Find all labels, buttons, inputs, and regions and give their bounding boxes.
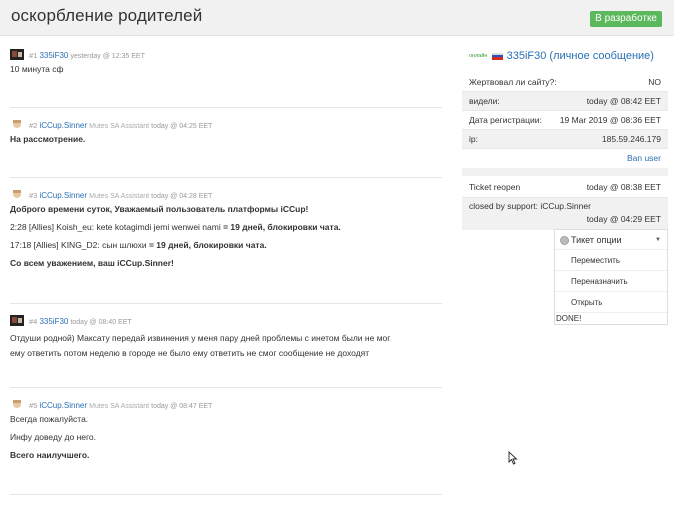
page-header: оскорбление родителей В разработке (0, 0, 674, 36)
info-label: Дата регистрации: (469, 115, 542, 125)
info-label: ip: (469, 134, 478, 144)
private-message-link[interactable]: 335iF30 (личное сообщение) (507, 50, 654, 62)
post-text: 10 минута сф (10, 64, 64, 74)
info-value: NO (648, 77, 661, 87)
post: #5 iCCup.Sinner Mutes SA Assistant today… (10, 399, 442, 467)
info-row-ip: ip: 185.59.246.179 (462, 130, 668, 149)
author-role: Mutes SA Assistant (89, 123, 150, 130)
user-header: онлайн 335iF30 (личное сообщение) (462, 44, 668, 68)
post-number[interactable]: #5 (29, 401, 37, 410)
post-number[interactable]: #2 (29, 121, 37, 130)
post-text: Всегда пожалуйста. (10, 414, 89, 424)
info-row-registered: Дата регистрации: 19 Mar 2019 @ 08:36 EE… (462, 111, 668, 130)
info-value: today @ 08:42 EET (586, 96, 661, 106)
ticket-options-toggle[interactable]: Тикет опции ▼ (555, 230, 667, 250)
divider (10, 303, 442, 304)
ticket-label: Ticket reopen (469, 182, 521, 192)
divider (10, 387, 442, 388)
mouse-cursor-icon (508, 451, 518, 465)
info-label: видели: (469, 96, 500, 106)
user-avatar-icon[interactable] (10, 399, 24, 410)
menu-item-move[interactable]: Переместить (555, 250, 667, 271)
post-text: Инфу доведу до него. (10, 432, 97, 442)
ticket-closed-row: closed by support: iCCup.Sinner today @ … (462, 198, 668, 230)
post-text: ему ответить потом неделю в городе не бы… (10, 348, 370, 358)
author-link[interactable]: iCCup.Sinner (39, 401, 87, 410)
info-row-donated: Жертвовал ли сайту?: NO (462, 73, 668, 92)
post-date: yesterday @ 12:35 EET (70, 53, 145, 60)
author-role: Mutes SA Assistant (89, 403, 150, 410)
post-date: today @ 04:25 EET (151, 123, 213, 130)
post-text: 17:18 [Allies] KING_D2: сын шлюхи = 19 д… (10, 239, 442, 251)
post-meta: #3 iCCup.Sinner Mutes SA Assistant today… (10, 189, 442, 203)
post-body: Отдуши родной) Максату передай извинения… (10, 332, 442, 359)
post-date: today @ 08:40 EET (70, 319, 132, 326)
user-avatar-icon[interactable] (10, 119, 24, 130)
divider (462, 168, 668, 176)
ticket-label: closed by support: iCCup.Sinner (469, 201, 591, 211)
info-value: 185.59.246.179 (601, 134, 661, 144)
post-date: today @ 08:47 EET (151, 403, 213, 410)
page-title: оскорбление родителей (11, 6, 203, 25)
post-body: Всегда пожалуйста. Инфу доведу до него. … (10, 413, 442, 461)
user-avatar-icon[interactable] (10, 315, 24, 326)
ban-user-link[interactable]: Ban user (462, 149, 668, 168)
divider (10, 177, 442, 178)
post-body: На рассмотрение. (10, 133, 442, 145)
done-label: DONE! (556, 314, 582, 323)
post-text: На рассмотрение. (10, 134, 86, 144)
author-link[interactable]: iCCup.Sinner (39, 121, 87, 130)
author-link[interactable]: 335iF30 (39, 317, 68, 326)
author-link[interactable]: iCCup.Sinner (39, 191, 87, 200)
penalty-text: = 19 дней, блокировки чата. (220, 222, 341, 232)
post-meta: #4 335iF30 today @ 08:40 EET (10, 315, 442, 329)
post-number[interactable]: #3 (29, 191, 37, 200)
post-meta: #5 iCCup.Sinner Mutes SA Assistant today… (10, 399, 442, 413)
info-label: Жертвовал ли сайту?: (469, 77, 557, 87)
chat-log-line: 17:18 [Allies] KING_D2: сын шлюхи (10, 240, 147, 250)
post-text: Всего наилучшего. (10, 450, 90, 460)
post-text: Доброго времени суток, Уважаемый пользов… (10, 204, 309, 214)
ticket-options-menu: Тикет опции ▼ Переместить Переназначить … (554, 229, 668, 325)
caret-down-icon: ▼ (655, 237, 661, 243)
online-indicator: онлайн (469, 53, 488, 60)
gear-icon (560, 236, 569, 246)
post-meta: #1 335iF30 yesterday @ 12:35 EET (10, 49, 442, 63)
ticket-value: today @ 08:38 EET (586, 182, 661, 192)
post-body: 10 минута сф (10, 63, 442, 75)
post-date: today @ 04:28 EET (151, 193, 213, 200)
chat-log-line: 2:28 [Allies] Koish_eu: kete kotagimdi j… (10, 222, 221, 232)
divider (10, 107, 442, 108)
post-meta: #2 iCCup.Sinner Mutes SA Assistant today… (10, 119, 442, 133)
penalty-text: = 19 дней, блокировки чата. (146, 240, 267, 250)
user-avatar-icon[interactable] (10, 189, 24, 200)
menu-item-reassign[interactable]: Переназначить (555, 271, 667, 292)
russia-flag-icon (491, 52, 503, 60)
info-row-last-seen: видели: today @ 08:42 EET (462, 92, 668, 111)
post-text: 2:28 [Allies] Koish_eu: kete kotagimdi j… (10, 221, 442, 233)
menu-item-open[interactable]: Открыть (555, 292, 667, 313)
post: #4 335iF30 today @ 08:40 EET Отдуши родн… (10, 315, 442, 359)
post: #1 335iF30 yesterday @ 12:35 EET 10 мину… (10, 49, 442, 81)
post-number[interactable]: #4 (29, 317, 37, 326)
ticket-reopen-row: Ticket reopen today @ 08:38 EET (462, 176, 668, 198)
author-role: Mutes SA Assistant (89, 193, 150, 200)
options-title: Тикет опции (571, 235, 622, 245)
info-value: 19 Mar 2019 @ 08:36 EET (559, 115, 661, 125)
divider (10, 494, 442, 495)
post: #3 iCCup.Sinner Mutes SA Assistant today… (10, 189, 442, 275)
post: #2 iCCup.Sinner Mutes SA Assistant today… (10, 119, 442, 151)
post-body: Доброго времени суток, Уважаемый пользов… (10, 203, 442, 269)
user-sidebar: онлайн 335iF30 (личное сообщение) Жертво… (462, 44, 668, 230)
ticket-value: today @ 04:29 EET (586, 214, 661, 224)
post-text: Отдуши родной) Максату передай извинения… (10, 333, 391, 343)
status-badge: В разработке (590, 11, 662, 27)
user-avatar-icon[interactable] (10, 49, 24, 60)
post-number[interactable]: #1 (29, 51, 37, 60)
post-text: Со всем уважением, ваш iCCup.Sinner! (10, 258, 174, 268)
author-link[interactable]: 335iF30 (39, 51, 68, 60)
